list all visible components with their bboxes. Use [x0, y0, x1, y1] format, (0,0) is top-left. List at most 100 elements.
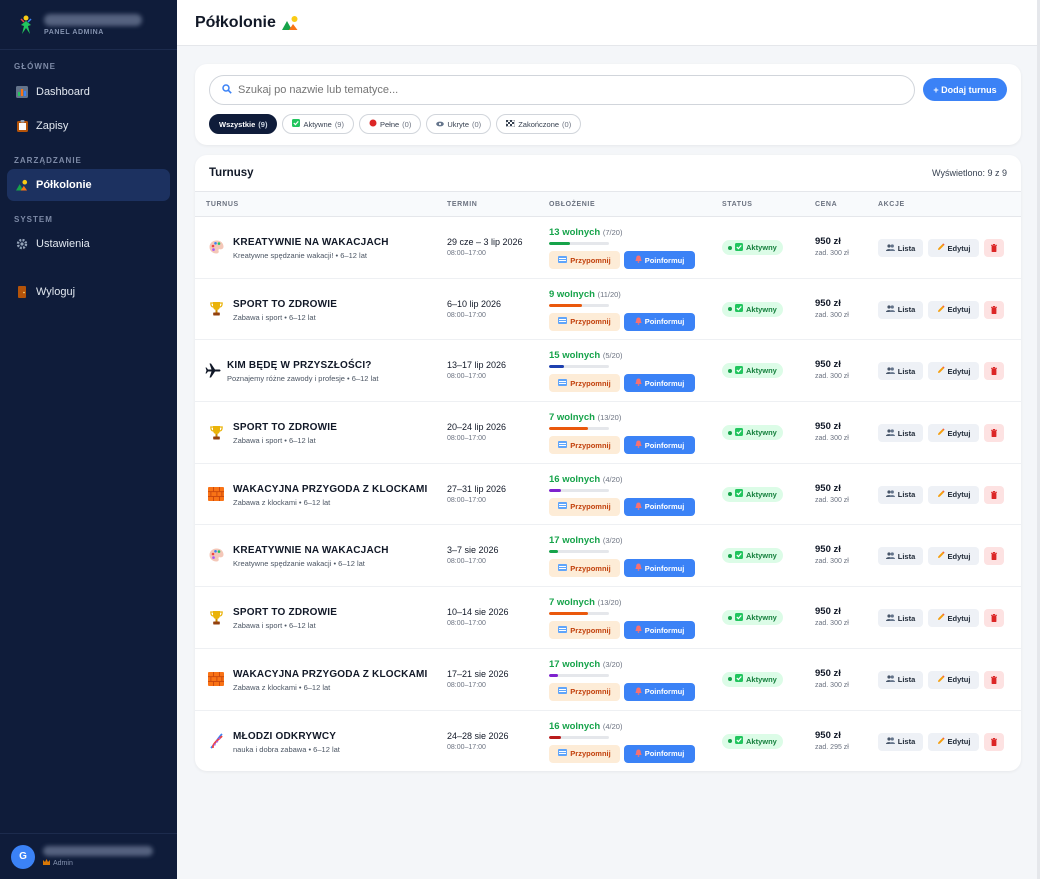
list-button[interactable]: Lista: [878, 547, 923, 566]
list-button[interactable]: Lista: [878, 239, 923, 257]
logo-icon: [18, 14, 34, 36]
occupancy-cell: 15 wolnych (5/20) Przypomnij Poinformuj: [549, 350, 699, 393]
inform-button[interactable]: Poinformuj: [624, 312, 695, 331]
turnus-name[interactable]: WAKACYJNA PRZYGODA Z KLOCKAMI: [233, 669, 428, 680]
col-turnus[interactable]: TURNUS: [206, 201, 239, 208]
edit-button[interactable]: Edytuj: [928, 485, 979, 504]
user-panel[interactable]: G Admin: [0, 833, 177, 879]
delete-button[interactable]: [984, 609, 1004, 628]
remind-button[interactable]: Przypomnij: [549, 312, 620, 331]
turnus-name[interactable]: SPORT TO ZDROWIE: [233, 607, 337, 618]
turnus-name[interactable]: KREATYWNIE NA WAKACJACH: [233, 237, 389, 248]
turnus-description: Zabawa i sport • 6–12 lat: [233, 436, 316, 446]
status-badge: Aktywny: [722, 425, 783, 441]
delete-button[interactable]: [984, 239, 1004, 257]
list-button[interactable]: Lista: [878, 609, 923, 628]
delete-button[interactable]: [984, 732, 1004, 751]
inform-button[interactable]: Poinformuj: [624, 251, 695, 269]
sidebar-item-settings[interactable]: Ustawienia: [7, 228, 170, 260]
edit-button[interactable]: Edytuj: [928, 670, 979, 689]
list-button[interactable]: Lista: [878, 362, 923, 381]
turnus-name[interactable]: KIM BĘDĘ W PRZYSZŁOŚCI?: [227, 360, 378, 371]
list-button[interactable]: Lista: [878, 732, 923, 751]
col-cena[interactable]: CENA: [815, 201, 837, 208]
delete-button[interactable]: [984, 547, 1004, 566]
filter-chip-finished[interactable]: Zakończone (0): [496, 114, 582, 134]
turnus-description: Kreatywne spędzanie wakacji! • 6–12 lat: [233, 251, 367, 260]
list-button[interactable]: Lista: [878, 670, 923, 689]
deposit: zad. 300 zł: [815, 435, 849, 443]
turnus-name[interactable]: MŁODZI ODKRYWCY: [233, 731, 340, 742]
turnus-cell: SPORT TO ZDROWIE Zabawa i sport • 6–12 l…: [233, 422, 337, 445]
filter-chip-all[interactable]: Wszystkie (9): [209, 114, 278, 134]
turnus-name[interactable]: WAKACYJNA PRZYGODA Z KLOCKAMI: [233, 484, 428, 495]
edit-button[interactable]: Edytuj: [928, 362, 979, 381]
calendar-icon: [558, 378, 568, 388]
delete-button[interactable]: [984, 424, 1004, 443]
delete-button[interactable]: [984, 670, 1004, 689]
turnus-name[interactable]: KREATYWNIE NA WAKACJACH: [233, 545, 389, 556]
sidebar-item-label: Zapisy: [36, 120, 69, 132]
delete-button[interactable]: [984, 485, 1004, 504]
col-termin[interactable]: TERMIN: [447, 201, 477, 208]
list-button[interactable]: Lista: [878, 485, 923, 504]
table-row: KREATYWNIE NA WAKACJACH Kreatywne spędza…: [195, 525, 1021, 588]
price: 950 zł: [815, 667, 841, 679]
term-hours: 08:00–17:00: [447, 311, 486, 319]
remind-button[interactable]: Przypomnij: [549, 374, 620, 393]
col-status[interactable]: STATUS: [722, 201, 753, 208]
pencil-icon: [937, 428, 945, 438]
sidebar-item-camps[interactable]: Półkolonie: [7, 169, 170, 201]
deposit: zad. 300 zł: [815, 681, 849, 689]
term-date: 10–14 sie 2026: [447, 607, 509, 618]
people-icon: [885, 737, 895, 746]
remind-button[interactable]: Przypomnij: [549, 251, 620, 269]
list-button[interactable]: Lista: [878, 300, 923, 319]
actions-cell: Lista Edytuj: [878, 485, 1004, 504]
col-akcje: AKCJE: [878, 201, 905, 208]
sidebar-item-signups[interactable]: Zapisy: [7, 110, 170, 142]
delete-button[interactable]: [984, 362, 1004, 381]
inform-button[interactable]: Poinformuj: [624, 374, 695, 393]
edit-button[interactable]: Edytuj: [928, 547, 979, 566]
term-date: 20–24 lip 2026: [447, 422, 507, 433]
search-box[interactable]: [209, 75, 915, 105]
sidebar-item-dashboard[interactable]: Dashboard: [7, 76, 170, 108]
filter-chip-hidden[interactable]: Ukryte (0): [426, 114, 492, 134]
occupancy-bar-fill: [549, 673, 558, 677]
remind-button[interactable]: Przypomnij: [549, 744, 620, 763]
edit-button[interactable]: Edytuj: [928, 239, 979, 257]
turnus-name[interactable]: SPORT TO ZDROWIE: [233, 299, 337, 310]
table-body: KREATYWNIE NA WAKACJACH Kreatywne spędza…: [195, 217, 1021, 771]
inform-button[interactable]: Poinformuj: [624, 621, 695, 640]
calendar-icon: [558, 317, 568, 326]
remind-button[interactable]: Przypomnij: [549, 559, 620, 578]
filter-chip-full[interactable]: Pełne (0): [358, 114, 422, 134]
inform-button[interactable]: Poinformuj: [624, 559, 695, 578]
edit-button[interactable]: Edytuj: [928, 300, 979, 319]
turnus-name[interactable]: SPORT TO ZDROWIE: [233, 422, 337, 433]
filter-chip-active[interactable]: Aktywne (9): [282, 114, 354, 134]
edit-button[interactable]: Edytuj: [928, 609, 979, 628]
inform-button[interactable]: Poinformuj: [624, 497, 695, 516]
remind-button[interactable]: Przypomnij: [549, 497, 620, 516]
inform-button[interactable]: Poinformuj: [624, 436, 695, 455]
price: 950 zł: [815, 544, 841, 556]
term-hours: 08:00–17:00: [447, 620, 486, 628]
trash-icon: [991, 301, 997, 319]
edit-button[interactable]: Edytuj: [928, 732, 979, 751]
remind-button[interactable]: Przypomnij: [549, 682, 620, 701]
inform-button[interactable]: Poinformuj: [624, 682, 695, 701]
inform-button[interactable]: Poinformuj: [624, 744, 695, 763]
add-turnus-button[interactable]: + Dodaj turnus: [923, 78, 1007, 101]
sidebar-item-logout[interactable]: Wyloguj: [7, 276, 170, 308]
remind-button[interactable]: Przypomnij: [549, 436, 620, 455]
brand[interactable]: PANEL ADMINA: [0, 0, 177, 50]
bell-icon: [635, 749, 642, 759]
remind-button[interactable]: Przypomnij: [549, 621, 620, 640]
list-button[interactable]: Lista: [878, 424, 923, 443]
delete-button[interactable]: [984, 300, 1004, 319]
search-input[interactable]: [238, 84, 878, 96]
edit-button[interactable]: Edytuj: [928, 424, 979, 443]
col-oblozenie[interactable]: OBŁOŻENIE: [549, 201, 595, 208]
